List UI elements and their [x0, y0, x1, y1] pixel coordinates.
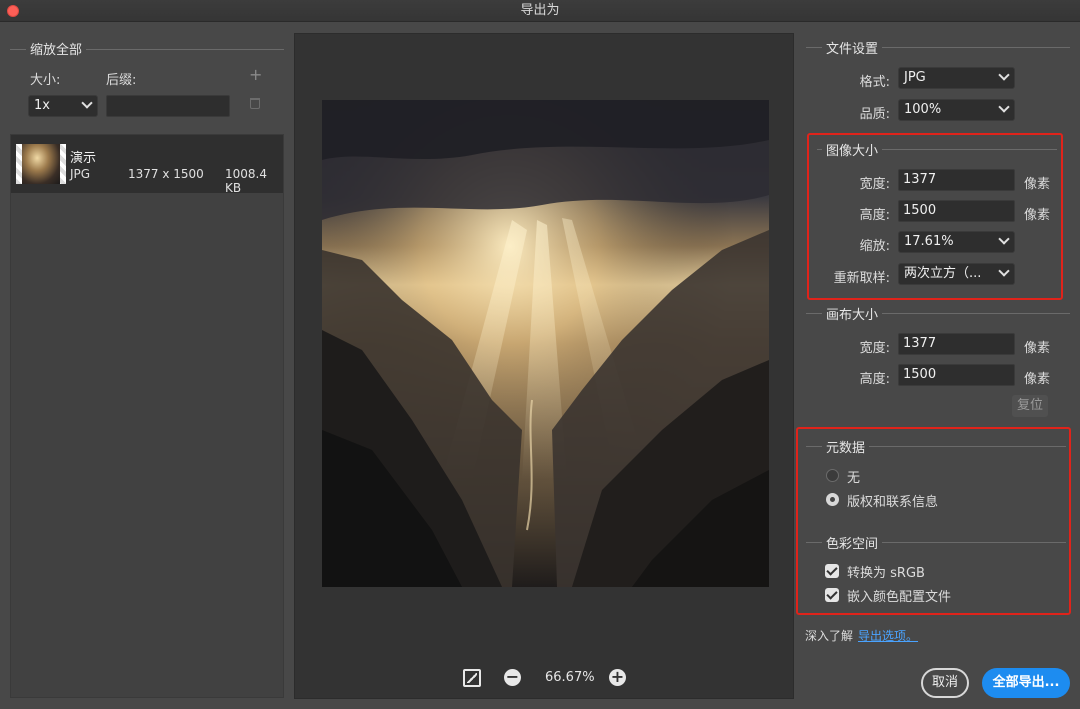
size-label: 大小:	[30, 73, 61, 88]
quality-select[interactable]: 100%	[898, 99, 1015, 121]
canvas-width-input[interactable]: 1377	[898, 333, 1015, 355]
chevron-down-icon	[998, 101, 1010, 113]
resample-select[interactable]: 两次立方（...	[898, 263, 1015, 285]
image-width-unit: 像素	[1024, 177, 1051, 192]
resample-select-value: 两次立方（...	[904, 266, 982, 281]
zoom-out-icon[interactable]: −	[504, 669, 521, 686]
convert-srgb-label: 转换为 sRGB	[847, 566, 925, 581]
asset-dimensions: 1377 x 1500	[128, 167, 204, 181]
scale-label: 缩放:	[859, 239, 890, 254]
image-size-title: 图像大小	[822, 140, 883, 159]
resample-label: 重新取样:	[833, 271, 890, 286]
window-title: 导出为	[520, 3, 560, 18]
metadata-option-none: 无	[847, 471, 861, 486]
scale-select-value: 17.61%	[904, 234, 954, 249]
color-space-title: 色彩空间	[822, 533, 883, 552]
chevron-down-icon	[81, 97, 93, 109]
canvas-size-title: 画布大小	[822, 304, 883, 323]
export-all-button[interactable]: 全部导出...	[982, 668, 1070, 698]
canvas-width-unit: 像素	[1024, 341, 1051, 356]
preview-image	[322, 100, 769, 587]
size-select-value: 1x	[34, 98, 50, 113]
image-width-label: 宽度:	[859, 177, 890, 192]
scale-all-title: 缩放全部	[26, 39, 87, 58]
image-width-input[interactable]: 1377	[898, 169, 1015, 191]
metadata-radio-none[interactable]	[826, 469, 839, 482]
quality-label: 品质:	[859, 107, 890, 122]
preview-pane: − 66.67% +	[294, 33, 794, 699]
canvas-width-label: 宽度:	[859, 341, 890, 356]
format-label: 格式:	[859, 75, 890, 90]
close-window-button[interactable]	[7, 5, 19, 17]
chevron-down-icon	[998, 69, 1010, 81]
suffix-input[interactable]	[106, 95, 230, 117]
file-settings-title: 文件设置	[822, 38, 883, 57]
trash-icon[interactable]	[250, 98, 260, 109]
cancel-button[interactable]: 取消	[921, 668, 969, 698]
export-as-dialog: 导出为 缩放全部 大小: 后缀: + 1x 演示 JPG 1377 x 1500…	[0, 0, 1080, 709]
canvas-height-input[interactable]: 1500	[898, 364, 1015, 386]
export-options-link[interactable]: 导出选项。	[858, 627, 918, 644]
metadata-option-copyright: 版权和联系信息	[847, 495, 939, 510]
zoom-in-icon[interactable]: +	[609, 669, 626, 686]
asset-thumbnail	[16, 144, 66, 184]
chevron-down-icon	[998, 265, 1010, 277]
chevron-down-icon	[998, 233, 1010, 245]
add-scale-icon[interactable]: +	[249, 67, 262, 83]
format-select-value: JPG	[904, 70, 926, 85]
quality-select-value: 100%	[904, 102, 942, 117]
learn-more-text: 深入了解	[805, 629, 854, 643]
asset-filesize: 1008.4 KB	[225, 167, 267, 195]
convert-srgb-checkbox[interactable]	[825, 564, 839, 578]
asset-format: JPG	[70, 167, 91, 181]
image-height-label: 高度:	[859, 208, 890, 223]
embed-profile-label: 嵌入颜色配置文件	[847, 590, 952, 605]
fit-to-view-icon[interactable]	[463, 669, 481, 687]
canvas-height-unit: 像素	[1024, 372, 1051, 387]
title-bar: 导出为	[0, 0, 1080, 22]
zoom-level: 66.67%	[545, 670, 595, 685]
image-height-input[interactable]: 1500	[898, 200, 1015, 222]
zoom-toolbar: − 66.67% +	[295, 665, 795, 691]
scale-select[interactable]: 17.61%	[898, 231, 1015, 253]
metadata-title: 元数据	[822, 437, 870, 456]
asset-list: 演示 JPG 1377 x 1500 1008.4 KB	[10, 134, 284, 698]
image-height-unit: 像素	[1024, 208, 1051, 223]
asset-name: 演示	[70, 151, 97, 166]
embed-profile-checkbox[interactable]	[825, 588, 839, 602]
reset-button[interactable]: 复位	[1012, 395, 1048, 417]
suffix-label: 后缀:	[106, 73, 137, 88]
asset-list-item[interactable]: 演示 JPG 1377 x 1500 1008.4 KB	[11, 135, 283, 195]
size-select[interactable]: 1x	[28, 95, 98, 117]
format-select[interactable]: JPG	[898, 67, 1015, 89]
metadata-radio-copyright[interactable]	[826, 493, 839, 506]
canvas-height-label: 高度:	[859, 372, 890, 387]
